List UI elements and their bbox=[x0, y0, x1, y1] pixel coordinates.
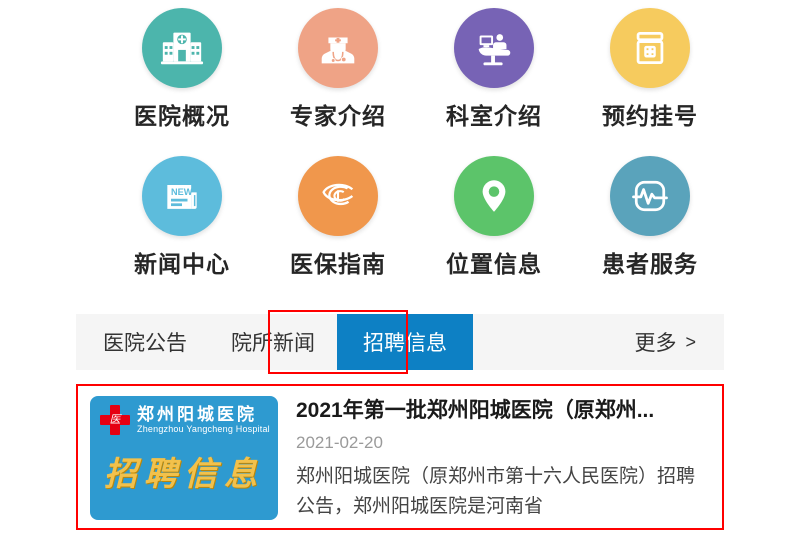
quick-link-label: 医保指南 bbox=[290, 251, 386, 277]
quick-link-label: 科室介绍 bbox=[446, 103, 542, 129]
hospital-name-cn: 郑州阳城医院 bbox=[137, 404, 257, 424]
more-label: 更多 bbox=[634, 332, 677, 355]
quick-link-label: 医院概况 bbox=[134, 103, 230, 129]
quick-links-row-1: 医院概况 专家介绍 科室介绍 预约挂号 bbox=[0, 8, 800, 128]
news-card[interactable]: 医 郑州阳城医院 Zhengzhou Yangcheng Hospital 招聘… bbox=[76, 384, 724, 530]
examination-icon bbox=[471, 25, 517, 71]
quick-link-hospital-overview[interactable]: 医院概况 bbox=[104, 8, 260, 128]
tab-recruitment-info[interactable]: 招聘信息 bbox=[337, 314, 473, 370]
quick-link-patient-service[interactable]: 患者服务 bbox=[572, 156, 728, 276]
news-tabbar-container: 医院公告 院所新闻 招聘信息 更多 > bbox=[0, 310, 800, 374]
tab-hospital-announcements[interactable]: 医院公告 bbox=[76, 314, 209, 370]
news-card-body: 2021年第一批郑州阳城医院（原郑州... 2021-02-20 郑州阳城医院（… bbox=[296, 396, 710, 520]
examination-icon-circle[interactable] bbox=[454, 8, 534, 88]
news-title[interactable]: 2021年第一批郑州阳城医院（原郑州... bbox=[296, 398, 710, 424]
quick-link-label: 预约挂号 bbox=[602, 103, 698, 129]
thumbnail-hospital-name: 郑州阳城医院 Zhengzhou Yangcheng Hospital bbox=[137, 406, 270, 434]
insurance-csi-icon bbox=[315, 173, 361, 219]
doctor-icon-circle[interactable] bbox=[298, 8, 378, 88]
tabbar-spacer bbox=[473, 314, 634, 370]
svg-text:NEW: NEW bbox=[171, 187, 193, 197]
quick-links-grid: 医院概况 专家介绍 科室介绍 预约挂号 NEW 新闻中心 医保指南 位置信息 患… bbox=[0, 0, 800, 276]
hospital-building-icon-circle[interactable] bbox=[142, 8, 222, 88]
medicine-jar-icon bbox=[628, 26, 672, 70]
news-card-container: 医 郑州阳城医院 Zhengzhou Yangcheng Hospital 招聘… bbox=[0, 384, 800, 530]
newspaper-icon: NEW bbox=[160, 174, 204, 218]
more-link[interactable]: 更多 > bbox=[634, 314, 724, 370]
newspaper-icon-circle[interactable]: NEW bbox=[142, 156, 222, 236]
red-cross-logo-icon: 医 bbox=[100, 405, 130, 435]
news-date: 2021-02-20 bbox=[296, 432, 383, 452]
heartbeat-monitor-icon bbox=[628, 174, 672, 218]
quick-links-row-2: NEW 新闻中心 医保指南 位置信息 患者服务 bbox=[0, 156, 800, 276]
map-pin-icon bbox=[473, 175, 515, 217]
logo-mark: 医 bbox=[109, 414, 121, 426]
quick-link-expert-intro[interactable]: 专家介绍 bbox=[260, 8, 416, 128]
chevron-right-icon: > bbox=[685, 331, 696, 352]
news-thumbnail[interactable]: 医 郑州阳城医院 Zhengzhou Yangcheng Hospital 招聘… bbox=[90, 396, 278, 520]
map-pin-icon-circle[interactable] bbox=[454, 156, 534, 236]
hospital-building-icon bbox=[159, 25, 205, 71]
row-gap bbox=[0, 128, 800, 156]
news-tabbar: 医院公告 院所新闻 招聘信息 更多 > bbox=[76, 314, 724, 370]
hospital-name-en: Zhengzhou Yangcheng Hospital bbox=[137, 423, 270, 434]
news-description: 郑州阳城医院（原郑州市第十六人民医院）招聘公告，郑州阳城医院是河南省 bbox=[296, 466, 696, 517]
quick-link-location-info[interactable]: 位置信息 bbox=[416, 156, 572, 276]
thumbnail-slogan: 招聘信息 bbox=[104, 457, 264, 493]
quick-link-label: 新闻中心 bbox=[134, 251, 230, 277]
quick-link-label: 位置信息 bbox=[446, 251, 542, 277]
quick-link-news-center[interactable]: NEW 新闻中心 bbox=[104, 156, 260, 276]
doctor-icon bbox=[315, 25, 361, 71]
heartbeat-monitor-icon-circle[interactable] bbox=[610, 156, 690, 236]
quick-link-appointment[interactable]: 预约挂号 bbox=[572, 8, 728, 128]
medicine-jar-icon-circle[interactable] bbox=[610, 8, 690, 88]
tab-hospital-news[interactable]: 院所新闻 bbox=[209, 314, 337, 370]
thumbnail-header: 医 郑州阳城医院 Zhengzhou Yangcheng Hospital bbox=[90, 396, 278, 435]
quick-link-department-intro[interactable]: 科室介绍 bbox=[416, 8, 572, 128]
quick-link-label: 专家介绍 bbox=[290, 103, 386, 129]
insurance-csi-icon-circle[interactable] bbox=[298, 156, 378, 236]
quick-link-insurance-guide[interactable]: 医保指南 bbox=[260, 156, 416, 276]
quick-link-label: 患者服务 bbox=[602, 251, 698, 277]
